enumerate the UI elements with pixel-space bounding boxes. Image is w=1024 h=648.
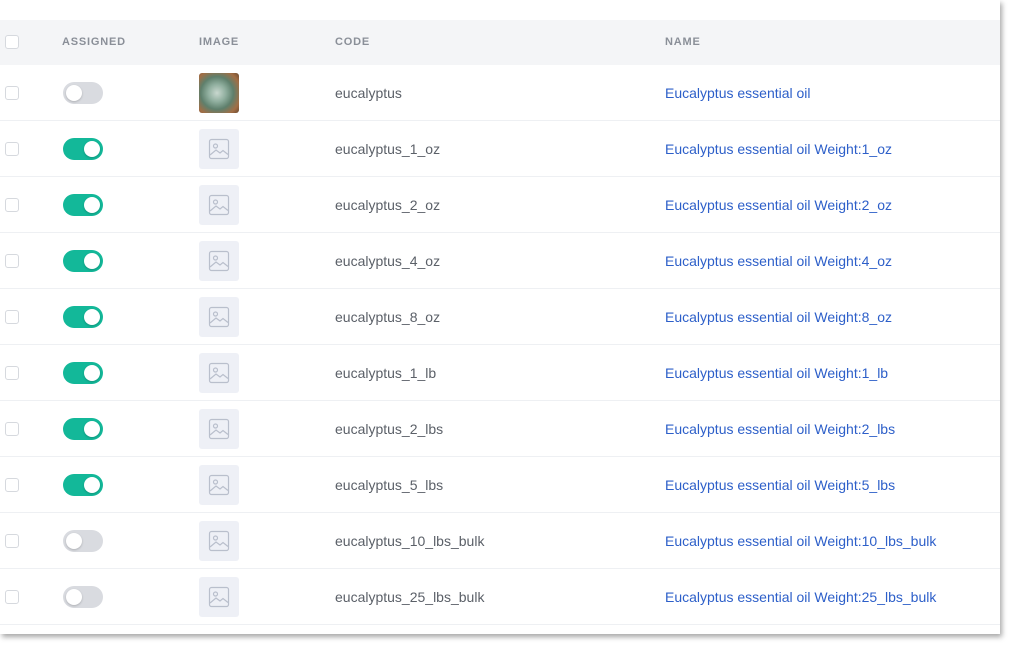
image-placeholder-icon[interactable] xyxy=(199,465,239,505)
product-name-link[interactable]: Eucalyptus essential oil Weight:25_lbs_b… xyxy=(665,569,936,625)
image-placeholder-icon[interactable] xyxy=(199,129,239,169)
toggle-knob xyxy=(84,365,100,381)
toggle-knob xyxy=(84,477,100,493)
toggle-knob xyxy=(66,85,82,101)
column-header-image: IMAGE xyxy=(199,36,240,48)
table-row: eucalyptus_1_oz Eucalyptus essential oil … xyxy=(0,121,1000,177)
image-placeholder-icon[interactable] xyxy=(199,185,239,225)
assigned-toggle[interactable] xyxy=(63,586,103,608)
table-header: ASSIGNED IMAGE CODE NAME xyxy=(0,20,1000,65)
image-placeholder-icon[interactable] xyxy=(199,297,239,337)
product-name-link[interactable]: Eucalyptus essential oil xyxy=(665,65,811,121)
products-table: ASSIGNED IMAGE CODE NAME eucalyptus Eucal… xyxy=(0,0,1000,634)
image-placeholder-icon[interactable] xyxy=(199,577,239,617)
image-placeholder-icon[interactable] xyxy=(199,521,239,561)
row-select-checkbox[interactable] xyxy=(5,310,19,324)
assigned-toggle[interactable] xyxy=(63,362,103,384)
product-thumbnail[interactable] xyxy=(199,73,239,113)
row-select-checkbox[interactable] xyxy=(5,198,19,212)
toggle-knob xyxy=(84,253,100,269)
row-select-checkbox[interactable] xyxy=(5,366,19,380)
toggle-knob xyxy=(84,421,100,437)
image-placeholder-icon[interactable] xyxy=(199,353,239,393)
table-row: eucalyptus_4_oz Eucalyptus essential oil … xyxy=(0,233,1000,289)
product-name-link[interactable]: Eucalyptus essential oil Weight:10_lbs_b… xyxy=(665,513,936,569)
product-name-link[interactable]: Eucalyptus essential oil Weight:5_lbs xyxy=(665,457,895,513)
table-row: eucalyptus_8_oz Eucalyptus essential oil … xyxy=(0,289,1000,345)
image-placeholder-icon[interactable] xyxy=(199,409,239,449)
toggle-knob xyxy=(66,589,82,605)
assigned-toggle[interactable] xyxy=(63,418,103,440)
assigned-toggle[interactable] xyxy=(63,250,103,272)
select-all-checkbox[interactable] xyxy=(5,35,19,49)
product-name-link[interactable]: Eucalyptus essential oil Weight:1_oz xyxy=(665,121,892,177)
toggle-knob xyxy=(84,197,100,213)
table-row: eucalyptus_1_lb Eucalyptus essential oil … xyxy=(0,345,1000,401)
product-code: eucalyptus_2_oz xyxy=(335,197,441,213)
table-row: eucalyptus_2_oz Eucalyptus essential oil … xyxy=(0,177,1000,233)
column-header-code[interactable]: CODE xyxy=(335,20,370,65)
product-name-link[interactable]: Eucalyptus essential oil Weight:8_oz xyxy=(665,289,892,345)
column-header-assigned[interactable]: ASSIGNED xyxy=(62,20,126,65)
product-name-link[interactable]: Eucalyptus essential oil Weight:2_lbs xyxy=(665,401,895,457)
table-row: eucalyptus_25_lbs_bulk Eucalyptus essenti… xyxy=(0,569,1000,625)
assigned-toggle[interactable] xyxy=(63,138,103,160)
row-select-checkbox[interactable] xyxy=(5,590,19,604)
product-name-link[interactable]: Eucalyptus essential oil Weight:2_oz xyxy=(665,177,892,233)
image-placeholder-icon[interactable] xyxy=(199,241,239,281)
table-row: eucalyptus_5_lbs Eucalyptus essential oil… xyxy=(0,457,1000,513)
toggle-knob xyxy=(66,533,82,549)
row-select-checkbox[interactable] xyxy=(5,534,19,548)
table-row: eucalyptus_10_lbs_bulk Eucalyptus essenti… xyxy=(0,513,1000,569)
product-code: eucalyptus_5_lbs xyxy=(335,477,444,493)
table-row: eucalyptus Eucalyptus essential oil xyxy=(0,65,1000,121)
row-select-checkbox[interactable] xyxy=(5,478,19,492)
assigned-toggle[interactable] xyxy=(63,82,103,104)
product-name-link[interactable]: Eucalyptus essential oil Weight:4_oz xyxy=(665,233,892,289)
product-code: eucalyptus_1_lb xyxy=(335,365,437,381)
row-select-checkbox[interactable] xyxy=(5,422,19,436)
row-select-checkbox[interactable] xyxy=(5,254,19,268)
toggle-knob xyxy=(84,141,100,157)
table-row: eucalyptus_2_lbs Eucalyptus essential oil… xyxy=(0,401,1000,457)
product-code: eucalyptus_8_oz xyxy=(335,309,441,325)
product-name-link[interactable]: Eucalyptus essential oil Weight:1_lb xyxy=(665,345,888,401)
assigned-toggle[interactable] xyxy=(63,530,103,552)
row-select-checkbox[interactable] xyxy=(5,142,19,156)
assigned-toggle[interactable] xyxy=(63,474,103,496)
row-select-checkbox[interactable] xyxy=(5,86,19,100)
assigned-toggle[interactable] xyxy=(63,306,103,328)
product-code: eucalyptus_1_oz xyxy=(335,141,441,157)
product-code: eucalyptus_4_oz xyxy=(335,253,441,269)
toggle-knob xyxy=(84,309,100,325)
column-header-name[interactable]: NAME xyxy=(665,20,701,65)
product-code: eucalyptus xyxy=(335,85,402,101)
product-code: eucalyptus_25_lbs_bulk xyxy=(335,589,485,605)
product-code: eucalyptus_2_lbs xyxy=(335,421,444,437)
assigned-toggle[interactable] xyxy=(63,194,103,216)
product-code: eucalyptus_10_lbs_bulk xyxy=(335,533,485,549)
